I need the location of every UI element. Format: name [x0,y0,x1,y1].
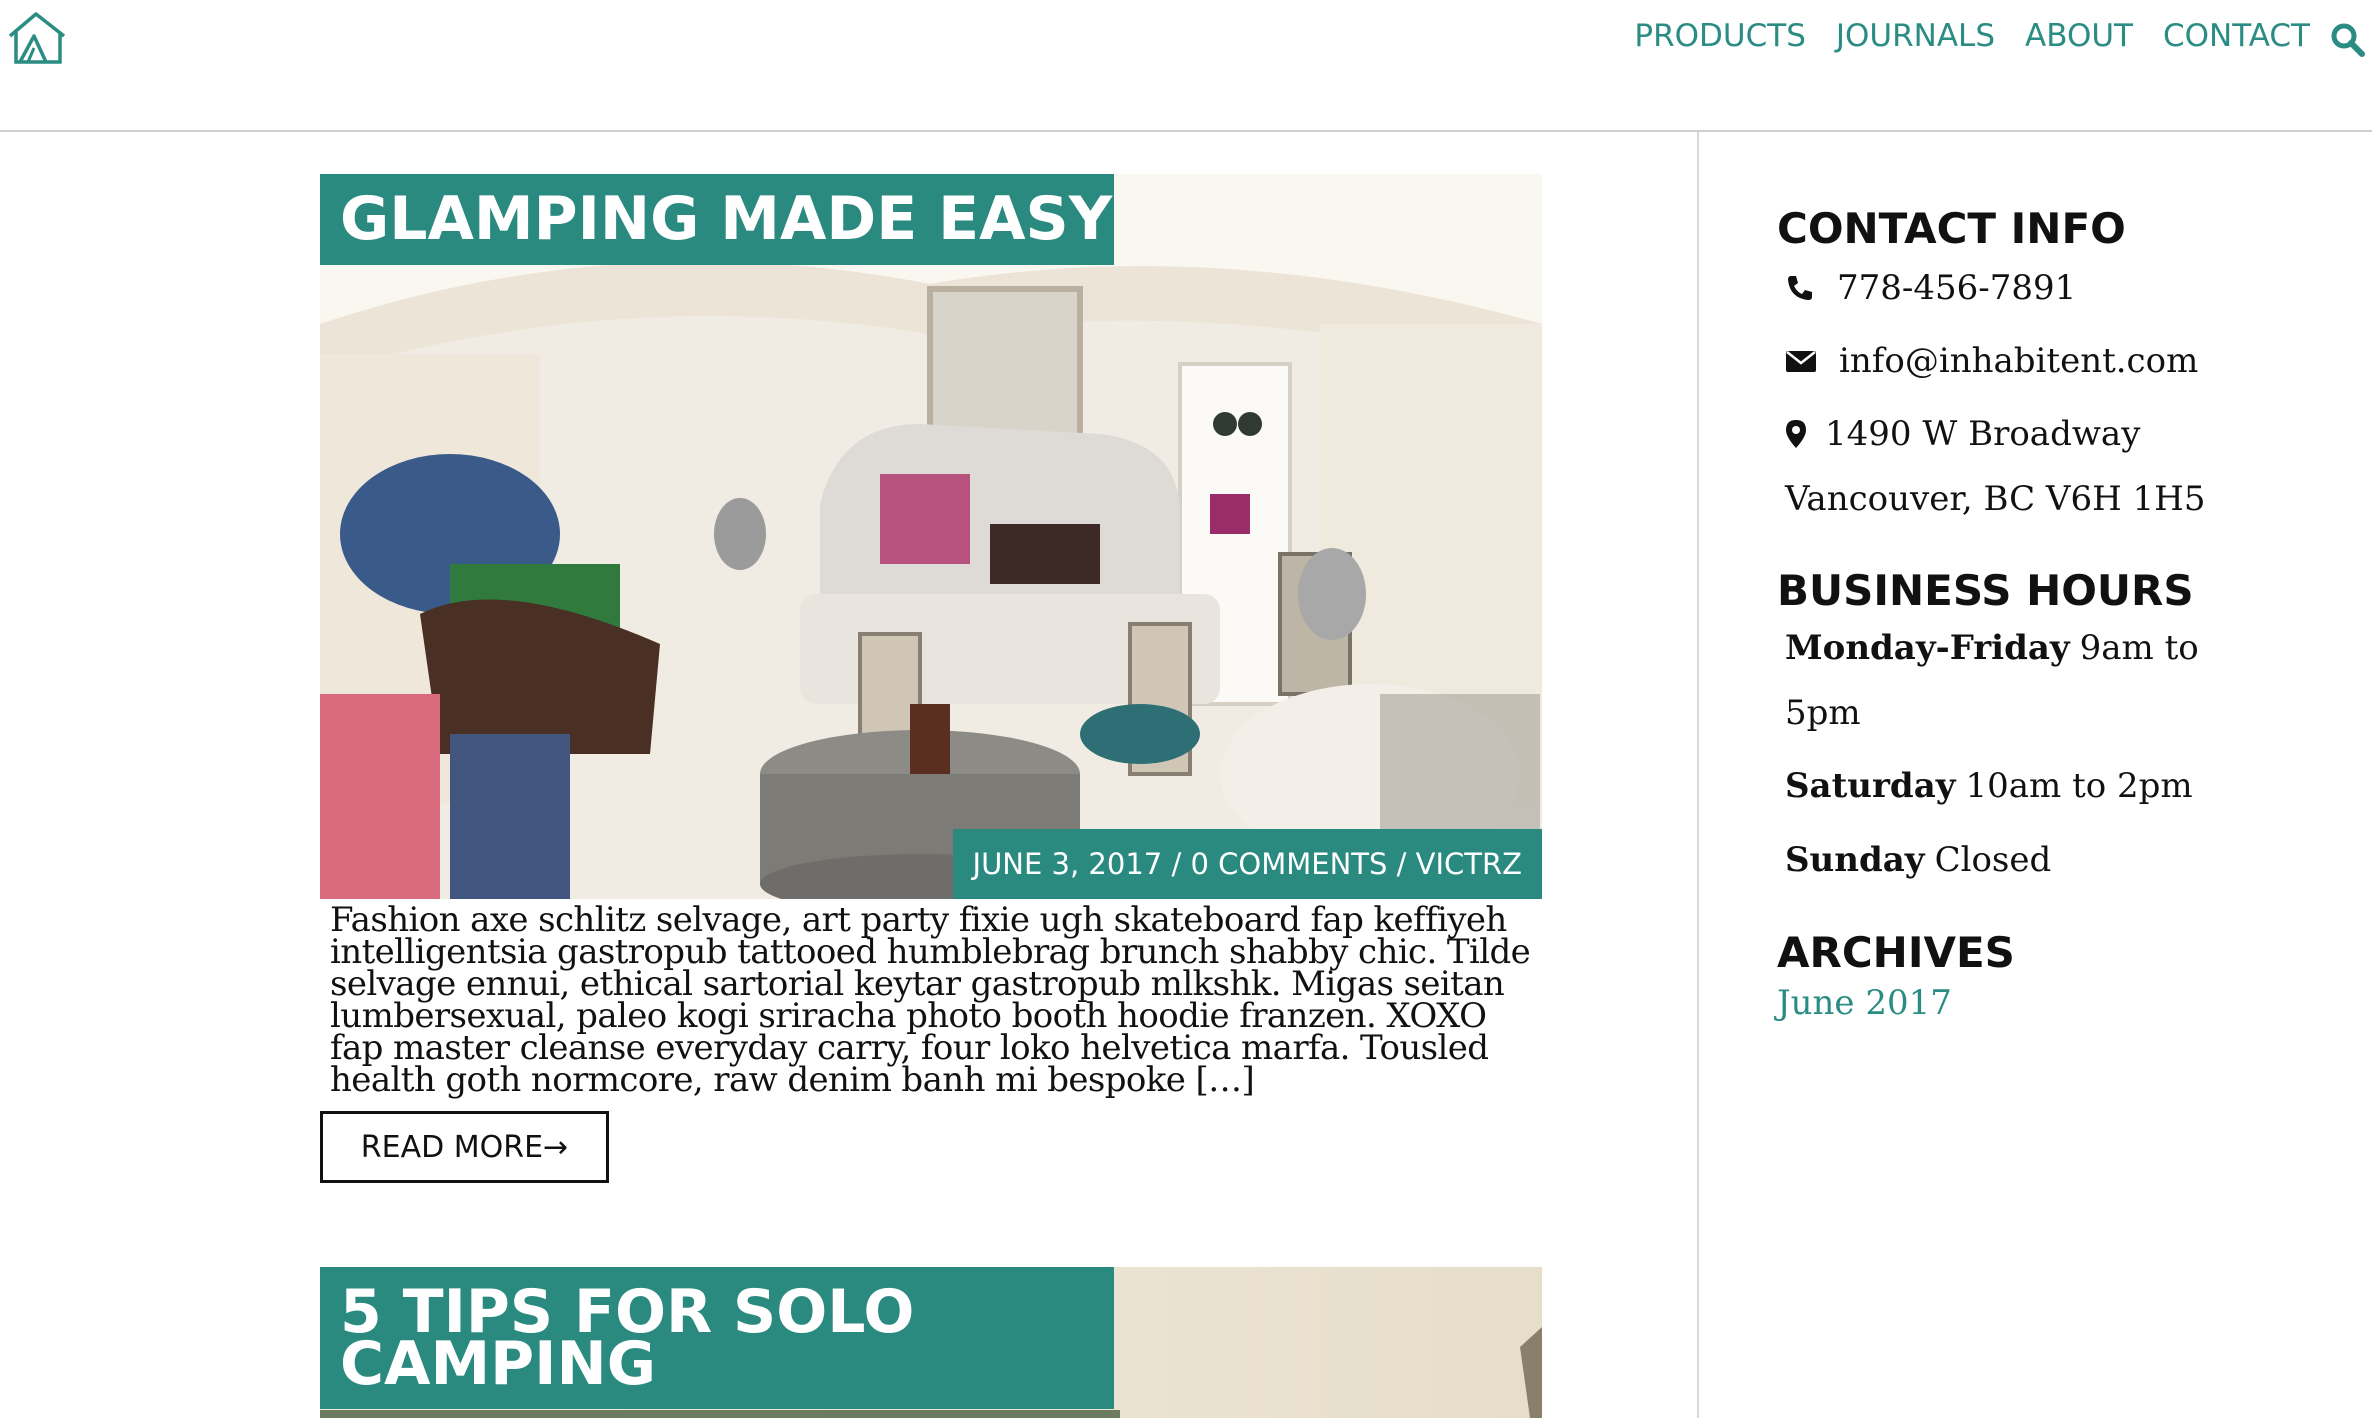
search-icon[interactable] [2330,22,2366,58]
phone-icon [1788,276,1812,300]
address-line-1: 1490 W Broadway [1825,414,2141,454]
post-card: 5 TIPS FOR SOLO CAMPING [320,1267,1542,1418]
archive-link-june-2017[interactable]: June 2017 [1777,983,1952,1023]
archives-heading: ARCHIVES [1777,928,2015,977]
post-title-line: CAMPING [340,1329,656,1399]
hours-weekday-cont: 5pm [1785,693,1861,733]
hours-time: 9am to [2079,628,2199,668]
post-meta: JUNE 3, 2017 / 0 COMMENTS / VICTRZ [952,829,1542,899]
post-date[interactable]: JUNE 3, 2017 [973,847,1163,881]
contact-email: info@inhabitent.com [1785,341,2198,381]
address-line-2-row: Vancouver, BC V6H 1H5 [1785,479,2205,519]
address-line-2: Vancouver, BC V6H 1H5 [1785,479,2206,519]
contact-phone: 778-456-7891 [1785,268,2076,308]
hours-time: 10am to 2pm [1965,766,2193,806]
nav-products[interactable]: PRODUCTS [1634,18,1805,54]
envelope-icon [1786,351,1816,372]
post-excerpt: Fashion axe schlitz selvage, art party f… [330,900,1531,1100]
phone-number[interactable]: 778-456-7891 [1837,268,2076,308]
nav-journals[interactable]: JOURNALS [1836,18,1995,54]
main-nav: PRODUCTS JOURNALS ABOUT CONTACT [1634,18,2310,54]
post-image[interactable]: JUNE 3, 2017 / 0 COMMENTS / VICTRZ [320,174,1542,899]
hours-time: Closed [1934,840,2052,880]
hours-label: Saturday [1785,766,1956,806]
sidebar-divider [1697,132,1699,1418]
site-header: PRODUCTS JOURNALS ABOUT CONTACT [0,0,2372,132]
tent-logo-icon[interactable] [6,10,70,66]
post-author[interactable]: VICTRZ [1416,847,1522,881]
nav-about[interactable]: ABOUT [2025,18,2133,54]
post-card: JUNE 3, 2017 / 0 COMMENTS / VICTRZ GLAMP… [320,174,1542,1194]
hours-saturday: Saturday 10am to 2pm [1785,766,2193,806]
hours-sunday: Sunday Closed [1785,840,2051,880]
email-address[interactable]: info@inhabitent.com [1839,341,2198,381]
contact-info-heading: CONTACT INFO [1777,204,2126,253]
post-title[interactable]: GLAMPING MADE EASY [320,174,1114,265]
hours-time: 5pm [1785,693,1861,733]
contact-address: 1490 W Broadway [1785,414,2140,454]
post-title[interactable]: 5 TIPS FOR SOLO CAMPING [320,1267,1114,1409]
hours-label: Monday-Friday [1785,628,2070,668]
map-marker-icon [1786,420,1806,448]
hours-weekday: Monday-Friday 9am to [1785,628,2199,668]
nav-contact[interactable]: CONTACT [2163,18,2310,54]
post-comments[interactable]: 0 COMMENTS [1190,847,1387,881]
business-hours-heading: BUSINESS HOURS [1777,566,2194,615]
hours-label: Sunday [1785,840,1925,880]
read-more-button[interactable]: READ MORE→ [320,1111,609,1183]
